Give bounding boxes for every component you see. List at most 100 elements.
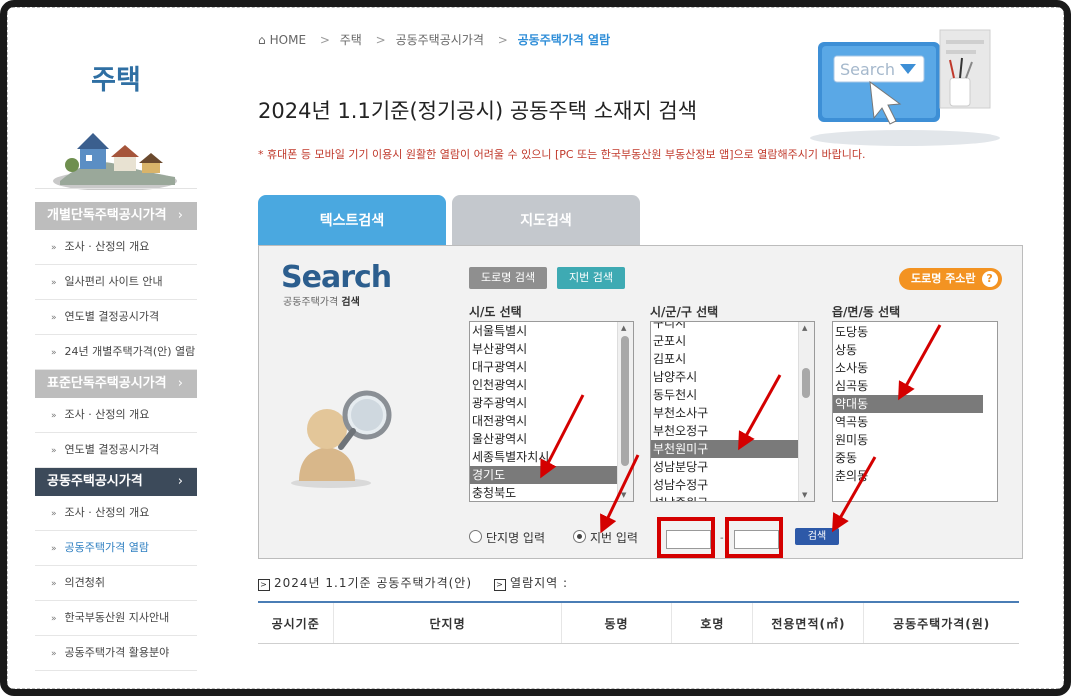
home-icon[interactable]: ⌂ <box>258 33 266 47</box>
lot-number-search-button[interactable]: 지번 검색 <box>557 267 625 289</box>
sido-option[interactable]: 인천광역시 <box>470 376 620 394</box>
column-header[interactable]: 동명 <box>560 602 672 644</box>
sidebar-category[interactable]: 표준단독주택공시가격 › <box>35 370 197 398</box>
sigungu-scrollbar[interactable]: ▲ ▼ <box>798 322 814 501</box>
sido-option[interactable]: 울산광역시 <box>470 430 620 448</box>
column-header[interactable]: 공동주택가격(원) <box>863 602 1019 644</box>
sidebar-item[interactable]: » 한국부동산원 지사안내 <box>35 601 197 636</box>
sigungu-listbox[interactable]: 구리시 군포시 김포시 남양주시 동두천시 부천소사구 부천오정구 부천원미구 성남분당구 성남수… <box>650 321 815 502</box>
sido-option[interactable]: 서울특별시 <box>470 322 620 340</box>
dong-listbox[interactable]: 도당동 상동 소사동 심곡동 약대동 역곡동 원미동 중동 춘의동 <box>832 321 998 502</box>
sidebar-item-label: 공동주택가격 열람 <box>64 541 149 554</box>
sigungu-option[interactable]: 김포시 <box>651 350 801 368</box>
breadcrumb-home[interactable]: HOME <box>270 33 306 47</box>
bullet-icon: » <box>51 348 57 358</box>
sigungu-option[interactable]: 성남수정구 <box>651 476 801 494</box>
sidebar-item-label: 조사 · 산정의 개요 <box>64 506 150 519</box>
breadcrumb-item-current[interactable]: 공동주택가격 열람 <box>518 33 611 47</box>
sigungu-option[interactable]: 구리시 <box>651 322 801 332</box>
sidebar-item-label: 조사 · 산정의 개요 <box>64 240 150 253</box>
sigungu-option[interactable]: 남양주시 <box>651 368 801 386</box>
bullet-icon: » <box>51 243 57 253</box>
sigungu-option[interactable]: 부천원미구 <box>651 440 801 458</box>
radio-complex-name[interactable]: 단지명 입력 <box>469 529 545 546</box>
bullet-icon: » <box>51 446 57 456</box>
sidebar-item-label: 조사 · 산정의 개요 <box>64 408 150 421</box>
dong-label: 읍/면/동 선택 <box>832 305 901 319</box>
breadcrumb-separator: > <box>497 33 508 47</box>
sidebar-item[interactable]: » 24년 개별주택가격(안) 열람 <box>35 335 197 370</box>
breadcrumb-item-housing[interactable]: 주택 <box>340 33 362 47</box>
lot-sub-number-input[interactable] <box>734 530 779 549</box>
result-table: 공시기준 단지명 동명 호명 전용면적(㎡) 공동주택가격(원) <box>258 601 1019 644</box>
sido-option[interactable]: 세종특별자치시 <box>470 448 620 466</box>
sigungu-option[interactable]: 부천오정구 <box>651 422 801 440</box>
radio-circle-checked[interactable] <box>573 530 586 543</box>
sidebar-item[interactable]: » 조사 · 산정의 개요 <box>35 230 197 265</box>
sido-option[interactable]: 부산광역시 <box>470 340 620 358</box>
tab-text-search[interactable]: 텍스트검색 <box>258 195 446 245</box>
sido-option[interactable]: 충청북도 <box>470 484 620 501</box>
tab-map-search[interactable]: 지도검색 <box>452 195 640 245</box>
column-header[interactable]: 단지명 <box>333 602 562 644</box>
sidebar-item[interactable]: » 공동주택가격 열람 <box>35 531 197 566</box>
sidebar-item-label: 한국부동산원 지사안내 <box>64 611 170 624</box>
sigungu-option[interactable]: 동두천시 <box>651 386 801 404</box>
road-address-info-button[interactable]: 도로명 주소란? <box>899 268 1002 290</box>
dong-option[interactable]: 도당동 <box>833 323 983 341</box>
dong-option[interactable]: 중동 <box>833 449 983 467</box>
bullet-icon: » <box>51 579 57 589</box>
bullet-icon: » <box>51 313 57 323</box>
lot-dash: - <box>720 533 724 544</box>
sidebar-item[interactable]: » 연도별 결정공시가격 <box>35 300 197 335</box>
sigungu-option[interactable]: 성남중원구 <box>651 494 801 501</box>
chevron-right-icon: > <box>494 579 507 591</box>
breadcrumb-item-apartment-price[interactable]: 공동주택공시가격 <box>396 33 484 47</box>
sigungu-option[interactable]: 부천소사구 <box>651 404 801 422</box>
chevron-right-icon: > <box>258 579 270 591</box>
sidebar-item[interactable]: » 조사 · 산정의 개요 <box>35 398 197 433</box>
column-header[interactable]: 공시기준 <box>258 602 334 644</box>
radio-lot-number[interactable]: 지번 입력 <box>573 529 638 546</box>
sidebar-item-label: 24년 개별주택가격(안) 열람 <box>64 345 196 358</box>
dong-option[interactable]: 원미동 <box>833 431 983 449</box>
lot-main-number-input[interactable] <box>666 530 711 549</box>
magnifier-person-icon <box>291 390 392 488</box>
search-submit-button[interactable]: 검색 <box>795 528 839 545</box>
radio-circle[interactable] <box>469 530 482 543</box>
column-header[interactable]: 호명 <box>671 602 753 644</box>
sido-option[interactable]: 광주광역시 <box>470 394 620 412</box>
dong-option[interactable]: 소사동 <box>833 359 983 377</box>
sidebar-title: 주택 <box>91 65 141 96</box>
column-header[interactable]: 전용면적(㎡) <box>752 602 864 644</box>
road-name-search-button[interactable]: 도로명 검색 <box>469 267 548 289</box>
page-title: 2024년 1.1기준(정기공시) 공동주택 소재지 검색 <box>258 99 698 123</box>
dong-option[interactable]: 약대동 <box>833 395 983 413</box>
sigungu-option[interactable]: 군포시 <box>651 332 801 350</box>
chevron-right-icon: › <box>177 208 183 223</box>
bullet-icon: » <box>51 278 57 288</box>
sidebar-item[interactable]: » 공동주택가격 활용분야 <box>35 636 197 671</box>
sidebar-category[interactable]: 개별단독주택공시가격 › <box>35 202 197 230</box>
sido-option[interactable]: 대구광역시 <box>470 358 620 376</box>
sido-scrollbar[interactable]: ▲ ▼ <box>617 322 633 501</box>
sigungu-label: 시/군/구 선택 <box>650 305 719 319</box>
radio-complex-label: 단지명 입력 <box>486 531 546 545</box>
sidebar-item[interactable]: » 일사편리 사이트 안내 <box>35 265 197 300</box>
sidebar-item[interactable]: » 의견청취 <box>35 566 197 601</box>
sidebar-item-label: 연도별 결정공시가격 <box>64 443 160 456</box>
dong-option[interactable]: 심곡동 <box>833 377 983 395</box>
sido-listbox[interactable]: 서울특별시 부산광역시 대구광역시 인천광역시 광주광역시 대전광역시 울산광역시 세종특별자… <box>469 321 634 502</box>
lot-main-number-highlight <box>657 517 715 558</box>
sidebar-item[interactable]: » 조사 · 산정의 개요 <box>35 496 197 531</box>
dong-option[interactable]: 상동 <box>833 341 983 359</box>
sido-option[interactable]: 대전광역시 <box>470 412 620 430</box>
sido-option[interactable]: 경기도 <box>470 466 620 484</box>
sidebar-item[interactable]: » 연도별 결정공시가격 <box>35 433 197 468</box>
sidebar-item-label: 의견청취 <box>64 576 105 589</box>
sigungu-option[interactable]: 성남분당구 <box>651 458 801 476</box>
dong-option[interactable]: 춘의동 <box>833 467 983 485</box>
result-summary: >2024년 1.1기준 공동주택가격(안) > 열람지역 : <box>258 574 568 591</box>
dong-option[interactable]: 역곡동 <box>833 413 983 431</box>
sidebar-category[interactable]: 공동주택공시가격 › <box>35 468 197 496</box>
